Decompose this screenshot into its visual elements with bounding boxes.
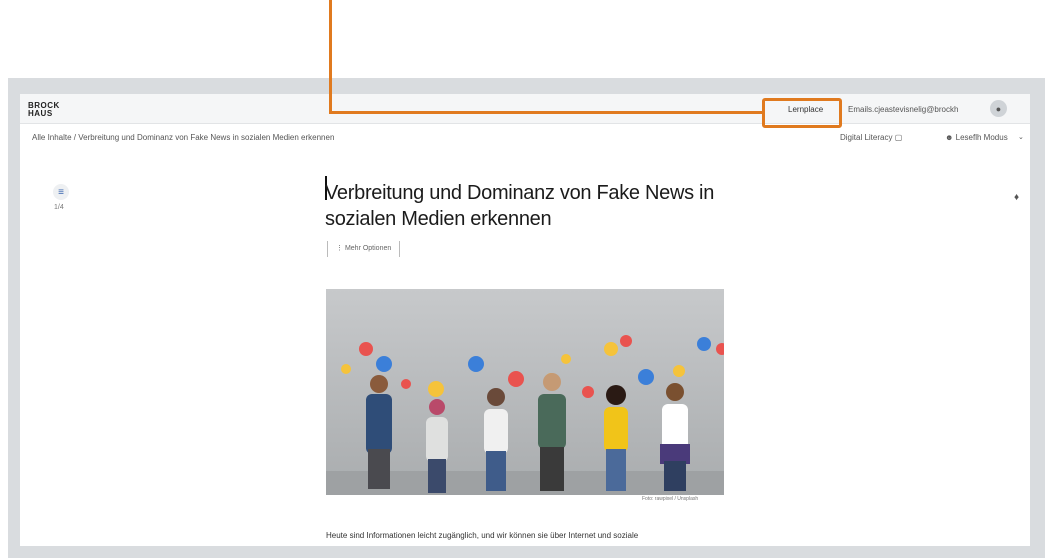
- more-options-label: Mehr Optionen: [344, 245, 392, 252]
- toc-count: 1/4: [54, 204, 64, 211]
- article-title: Verbreitung und Dominanz von Fake News i…: [325, 182, 715, 230]
- brockhaus-logo[interactable]: BROCK HAUS: [28, 102, 60, 118]
- annotation-line-vertical: [329, 0, 332, 113]
- digital-literacy-link[interactable]: Digital Literacy ▢: [840, 133, 902, 142]
- logo-line-2: HAUS: [28, 109, 53, 118]
- app-window: BROCK HAUS Lernplace Emails.cjeastevisne…: [20, 94, 1030, 546]
- stage: BROCK HAUS Lernplace Emails.cjeastevisne…: [0, 0, 1045, 558]
- article-body-start: Heute sind Informationen leicht zugängli…: [326, 531, 639, 540]
- bookmark-icon[interactable]: ♦: [1014, 192, 1019, 203]
- more-icon: ⋮: [336, 245, 345, 252]
- image-credit: Foto: rawpixel / Unsplash: [642, 496, 699, 502]
- reading-mode-label: Leseflh Modus: [955, 133, 1008, 142]
- list-icon[interactable]: ≡: [53, 184, 69, 200]
- reading-mode-icon: ☻: [945, 133, 954, 142]
- reading-mode-button[interactable]: ☻ Leseflh Modus: [945, 133, 1008, 142]
- annotation-highlight-box: [762, 98, 842, 128]
- annotation-line-horizontal: [329, 111, 763, 114]
- more-options-button[interactable]: ⋮ Mehr Optionen: [327, 241, 401, 257]
- user-email[interactable]: Emails.cjeastevisnelig@brockh: [848, 105, 958, 114]
- chevron-down-icon[interactable]: ⌄: [1018, 133, 1024, 141]
- breadcrumb[interactable]: Alle Inhalte / Verbreitung und Dominanz …: [32, 133, 334, 142]
- article-image: [326, 289, 724, 495]
- external-link-icon: ▢: [894, 133, 903, 142]
- digital-literacy-label: Digital Literacy: [840, 133, 893, 142]
- top-bar: BROCK HAUS Lernplace Emails.cjeastevisne…: [20, 94, 1030, 124]
- user-icon[interactable]: ●: [990, 100, 1007, 117]
